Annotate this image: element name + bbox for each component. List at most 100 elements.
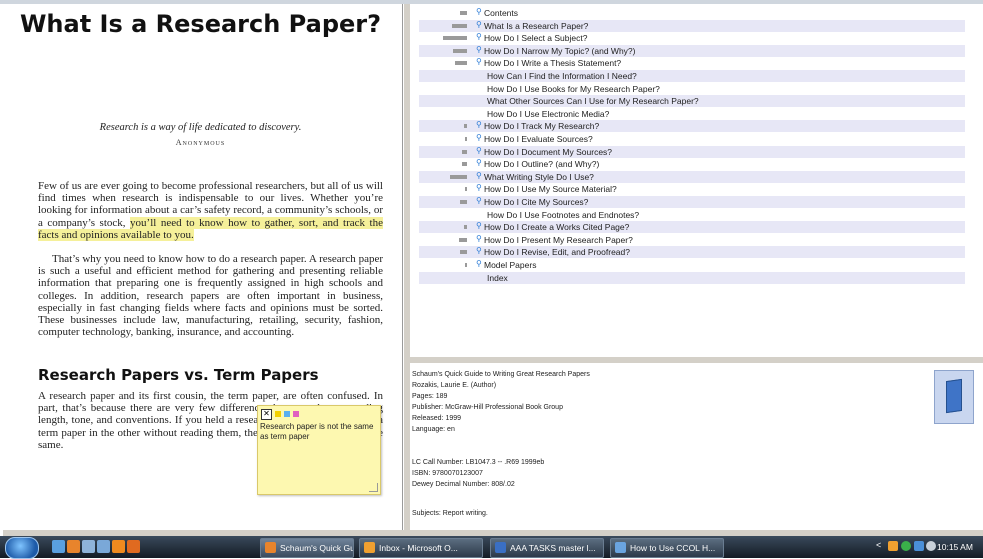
taskbar-button-label: How to Use CCOL H...	[630, 543, 716, 553]
media-player-icon[interactable]	[97, 540, 110, 553]
toc-item-label[interactable]: How Do I Create a Works Cited Page?	[484, 221, 629, 233]
toc-item[interactable]: Index	[419, 271, 965, 284]
taskbar-button[interactable]: How to Use CCOL H...	[610, 538, 724, 558]
toc-item[interactable]: ⚲ How Do I Present My Research Paper?	[419, 234, 965, 246]
outlook-icon	[364, 542, 375, 553]
pages-row: Pages: 189	[412, 392, 447, 402]
toc-item[interactable]: How Do I Use Footnotes and Endnotes?	[419, 209, 965, 221]
toc-item-label[interactable]: How Do I Track My Research?	[484, 120, 599, 132]
firefox-icon[interactable]	[67, 540, 80, 553]
relevance-bar	[464, 124, 467, 129]
toc-item[interactable]: ⚲ How Do I Track My Research?	[419, 120, 965, 133]
toc-item[interactable]: How Can I Find the Information I Need?	[419, 70, 965, 82]
search-icon[interactable]: ⚲	[476, 234, 482, 243]
toc-item[interactable]: ⚲ How Do I Evaluate Sources?	[419, 133, 965, 145]
search-icon[interactable]: ⚲	[476, 183, 482, 192]
toc-item-label[interactable]: How Do I Write a Thesis Statement?	[484, 57, 621, 69]
network-icon[interactable]	[901, 541, 911, 551]
toc-item-label[interactable]: How Do I Present My Research Paper?	[484, 234, 633, 246]
toc-item[interactable]: ⚲ Model Papers	[419, 259, 965, 271]
toc-item-label[interactable]: How Can I Find the Information I Need?	[487, 70, 637, 82]
search-icon[interactable]: ⚲	[476, 158, 482, 167]
toc-item-label[interactable]: What Other Sources Can I Use for My Rese…	[487, 95, 699, 107]
toc-item[interactable]: ⚲ How Do I Use My Source Material?	[419, 183, 965, 195]
document-page[interactable]: What Is a Research Paper? Research is a …	[3, 4, 403, 530]
toc-item-label[interactable]: How Do I Use Electronic Media?	[487, 108, 609, 120]
toc-item-label[interactable]: How Do I Use Books for My Research Paper…	[487, 83, 660, 95]
search-icon[interactable]: ⚲	[476, 221, 482, 230]
toc-item[interactable]: ⚲ How Do I Select a Subject?	[419, 32, 965, 44]
search-icon[interactable]: ⚲	[476, 259, 482, 268]
toc-item-label[interactable]: How Do I Document My Sources?	[484, 146, 612, 158]
tray-app-icon[interactable]	[888, 541, 898, 551]
isbn-row: ISBN: 9780070123007	[412, 469, 483, 479]
search-icon[interactable]: ⚲	[476, 133, 482, 142]
vertical-splitter[interactable]	[403, 4, 410, 530]
toc-item-label[interactable]: What Writing Style Do I Use?	[484, 171, 594, 183]
toc-item-label[interactable]: What Is a Research Paper?	[484, 20, 588, 32]
language-label: Language:	[412, 426, 446, 433]
toc-item-label[interactable]: How Do I Use My Source Material?	[484, 183, 617, 195]
taskbar: < 10:15 AM Schaum's Quick Gui... Inbox - …	[0, 536, 983, 559]
subjects-value[interactable]: Report writing.	[443, 510, 488, 517]
search-icon[interactable]: ⚲	[476, 120, 482, 129]
toc-item-label[interactable]: How Do I Use Footnotes and Endnotes?	[487, 209, 639, 221]
toc-item-label[interactable]: How Do I Select a Subject?	[484, 32, 587, 44]
search-icon[interactable]: ⚲	[476, 7, 482, 16]
volume-icon[interactable]	[926, 541, 936, 551]
toc-item[interactable]: ⚲ What Is a Research Paper?	[419, 19, 965, 32]
toc-item-label[interactable]: Contents	[484, 7, 518, 19]
released-label: Released:	[412, 415, 444, 422]
toc-item[interactable]: ⚲ What Writing Style Do I Use?	[419, 170, 965, 183]
toc-item[interactable]: ⚲ Contents	[419, 7, 965, 19]
toc-item-label[interactable]: How Do I Evaluate Sources?	[484, 133, 593, 145]
show-desktop-icon[interactable]	[52, 540, 65, 553]
toc-item[interactable]: ⚲ How Do I Narrow My Topic? (and Why?)	[419, 44, 965, 57]
search-icon[interactable]: ⚲	[476, 196, 482, 205]
toc-item-label[interactable]: How Do I Narrow My Topic? (and Why?)	[484, 45, 635, 57]
color-swatch-yellow[interactable]	[275, 411, 281, 417]
toc-item-label[interactable]: How Do I Revise, Edit, and Proofread?	[484, 246, 630, 258]
search-icon[interactable]: ⚲	[476, 45, 482, 54]
sticky-note-text[interactable]: Research paper is not the same as term p…	[260, 422, 378, 442]
orange-app-icon[interactable]	[112, 540, 125, 553]
search-icon[interactable]: ⚲	[476, 171, 482, 180]
toc-item[interactable]: ⚲ How Do I Cite My Sources?	[419, 196, 965, 208]
book-author[interactable]: Rozakis, Laurie E. (Author)	[412, 381, 496, 391]
toc-item-label[interactable]: Model Papers	[484, 259, 536, 271]
close-icon[interactable]: ✕	[261, 408, 272, 420]
tray-expand-icon[interactable]: <	[876, 540, 881, 550]
monitor-icon[interactable]	[914, 541, 924, 551]
start-button[interactable]	[5, 537, 39, 559]
calculator-icon[interactable]	[82, 540, 95, 553]
taskbar-button[interactable]: Inbox - Microsoft O...	[359, 538, 483, 558]
clock[interactable]: 10:15 AM	[937, 536, 973, 558]
table-of-contents[interactable]: ⚲ Contents ⚲ What Is a Research Paper? ⚲ How …	[410, 4, 983, 357]
taskbar-button[interactable]: AAA TASKS master l...	[490, 538, 604, 558]
toc-item-label[interactable]: How Do I Outline? (and Why?)	[484, 158, 599, 170]
search-icon[interactable]: ⚲	[476, 20, 482, 29]
search-icon[interactable]: ⚲	[476, 246, 482, 255]
toc-item[interactable]: How Do I Use Electronic Media?	[419, 108, 965, 120]
color-swatch-pink[interactable]	[293, 411, 299, 417]
toc-item[interactable]: ⚲ How Do I Revise, Edit, and Proofread?	[419, 246, 965, 259]
toc-item[interactable]: ⚲ How Do I Document My Sources?	[419, 145, 965, 158]
toc-item-label[interactable]: Index	[487, 272, 508, 284]
search-icon[interactable]: ⚲	[476, 57, 482, 66]
taskbar-button[interactable]: Schaum's Quick Gui...	[260, 538, 354, 558]
sticky-note[interactable]: ✕ Research paper is not the same as term…	[257, 405, 381, 495]
publisher-value: McGraw-Hill Professional Book Group	[445, 404, 563, 411]
book-info-panel: Schaum's Quick Guide to Writing Great Re…	[410, 363, 983, 530]
toc-item-label[interactable]: How Do I Cite My Sources?	[484, 196, 588, 208]
toc-item[interactable]: What Other Sources Can I Use for My Rese…	[419, 95, 965, 108]
search-icon[interactable]: ⚲	[476, 146, 482, 155]
toc-item[interactable]: ⚲ How Do I Write a Thesis Statement?	[419, 57, 965, 69]
subjects-row: Subjects: Report writing.	[412, 509, 488, 519]
toc-item[interactable]: ⚲ How Do I Outline? (and Why?)	[419, 158, 965, 170]
search-icon[interactable]: ⚲	[476, 32, 482, 41]
resize-grip-icon[interactable]	[369, 483, 378, 492]
toc-item[interactable]: How Do I Use Books for My Research Paper…	[419, 83, 965, 95]
toc-item[interactable]: ⚲ How Do I Create a Works Cited Page?	[419, 221, 965, 234]
color-swatch-blue[interactable]	[284, 411, 290, 417]
firefox-icon[interactable]	[127, 540, 140, 553]
